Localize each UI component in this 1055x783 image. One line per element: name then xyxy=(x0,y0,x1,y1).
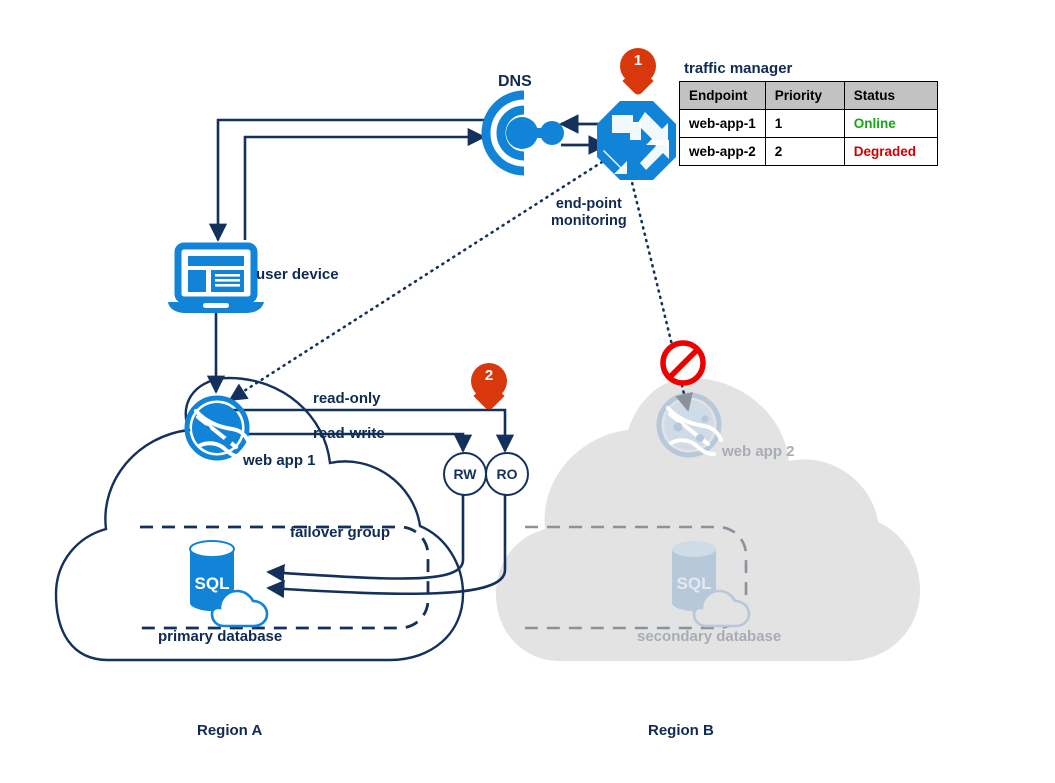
cell-priority: 1 xyxy=(764,109,845,138)
column-header-status: Status xyxy=(843,81,938,110)
read-only-label: read-only xyxy=(313,390,381,407)
web-app-1-icon xyxy=(184,395,251,461)
failover-group-label: failover group xyxy=(290,524,391,541)
cell-endpoint: web-app-2 xyxy=(679,137,766,166)
traffic-manager-panel: traffic manager Endpoint Priority Status… xyxy=(679,60,938,166)
primary-database-icon: SQL xyxy=(189,540,269,628)
secondary-database-label: secondary database xyxy=(637,628,782,645)
svg-text:SQL: SQL xyxy=(677,574,712,593)
read-write-label: read-write xyxy=(313,425,385,442)
traffic-manager-title: traffic manager xyxy=(684,60,793,77)
laptop-icon xyxy=(168,242,264,313)
traffic-manager-table: Endpoint Priority Status web-app-1 1 Onl… xyxy=(679,81,938,166)
traffic-manager-table-head: Endpoint Priority Status xyxy=(679,81,938,110)
edge-user-device-to-dns xyxy=(243,127,486,240)
primary-database-label: primary database xyxy=(158,628,283,645)
status-badge: Degraded xyxy=(843,137,938,166)
endpoint-monitoring-line-2: monitoring xyxy=(551,213,627,230)
cell-priority: 2 xyxy=(764,137,845,166)
no-entry-icon xyxy=(660,340,706,386)
web-app-2-icon xyxy=(656,392,723,458)
user-device-label: user device xyxy=(256,266,339,283)
web-app-2-label: web app 2 xyxy=(722,443,795,460)
ro-endpoint-badge[interactable]: RO xyxy=(485,452,529,496)
status-badge: Online xyxy=(843,109,938,138)
web-app-1-label: web app 1 xyxy=(243,452,316,469)
diagram-canvas: SQL SQL DNS user device end-point monito… xyxy=(0,0,1055,783)
column-header-endpoint: Endpoint xyxy=(679,81,766,110)
marker-pin-1[interactable]: 1 xyxy=(620,48,656,97)
endpoint-monitoring-label: end-point monitoring xyxy=(551,196,627,230)
endpoint-monitoring-line-1: end-point xyxy=(555,196,622,212)
table-row: web-app-1 1 Online xyxy=(679,109,938,138)
cell-endpoint: web-app-1 xyxy=(679,109,766,138)
region-a-label: Region A xyxy=(197,722,263,739)
traffic-manager-icon xyxy=(597,101,676,180)
region-b-label: Region B xyxy=(648,722,714,739)
column-header-priority: Priority xyxy=(764,81,845,110)
svg-text:SQL: SQL xyxy=(195,574,230,593)
dns-icon xyxy=(481,90,564,176)
marker-pin-1-number: 1 xyxy=(633,52,643,69)
marker-pin-2-number: 2 xyxy=(484,367,494,384)
rw-endpoint-badge[interactable]: RW xyxy=(443,452,487,496)
dns-label: DNS xyxy=(498,73,532,90)
marker-pin-2[interactable]: 2 xyxy=(471,363,507,412)
table-header-row: Endpoint Priority Status xyxy=(679,81,938,110)
table-row: web-app-2 2 Degraded xyxy=(679,137,938,166)
traffic-manager-table-body: web-app-1 1 Online web-app-2 2 Degraded xyxy=(679,109,938,166)
